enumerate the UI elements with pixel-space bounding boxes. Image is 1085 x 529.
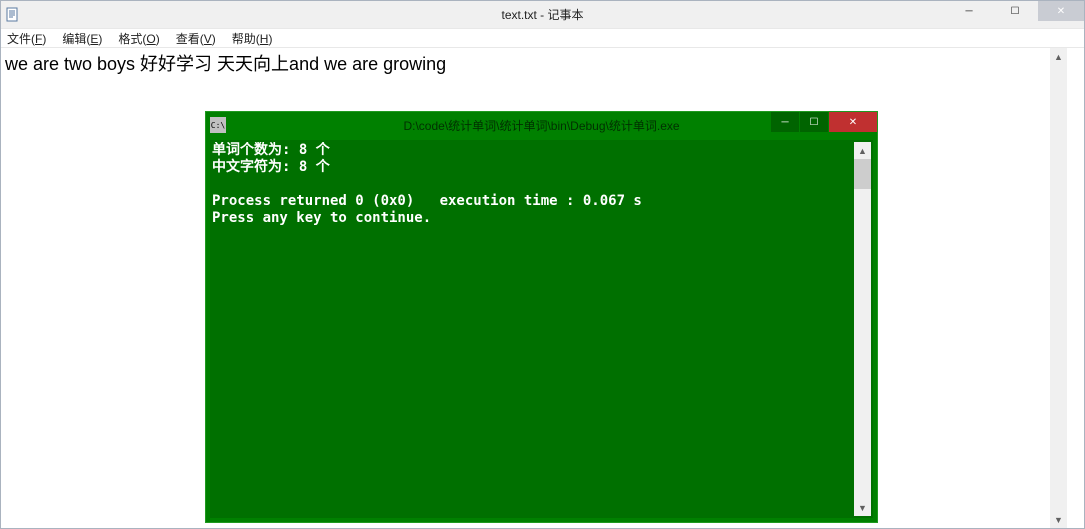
notepad-title: text.txt - 记事本 [501,6,583,23]
menu-format[interactable]: 格式(O) [118,30,159,47]
scroll-down-icon[interactable]: ▼ [1050,511,1067,528]
notepad-vertical-scrollbar[interactable]: ▲ ▼ [1050,48,1067,528]
notepad-menubar: 文件(F) 编辑(E) 格式(O) 查看(V) 帮助(H) [1,28,1084,48]
scroll-down-icon[interactable]: ▼ [854,499,871,516]
close-button[interactable]: ✕ [829,112,877,132]
console-window: C:\ D:\code\统计单词\统计单词\bin\Debug\统计单词.exe… [205,111,878,523]
scroll-up-icon[interactable]: ▲ [854,142,871,159]
console-body: 单词个数为: 8 个 中文字符为: 8 个 Process returned 0… [208,138,875,520]
notepad-titlebar[interactable]: text.txt - 记事本 ─ ☐ ✕ [1,1,1084,28]
notepad-content: we are two boys 好好学习 天天向上and we are grow… [5,54,446,74]
menu-edit[interactable]: 编辑(E) [62,30,102,47]
scroll-up-icon[interactable]: ▲ [1050,48,1067,65]
close-button[interactable]: ✕ [1038,1,1084,21]
console-titlebar[interactable]: C:\ D:\code\统计单词\统计单词\bin\Debug\统计单词.exe… [206,112,877,138]
console-vertical-scrollbar[interactable]: ▲ ▼ [854,142,871,516]
notepad-window-controls: ─ ☐ ✕ [946,1,1084,21]
menu-view[interactable]: 查看(V) [176,30,216,47]
maximize-button[interactable]: ☐ [800,112,828,132]
minimize-button[interactable]: ─ [946,1,992,21]
console-output: 单词个数为: 8 个 中文字符为: 8 个 Process returned 0… [212,142,856,516]
menu-file[interactable]: 文件(F) [7,30,46,47]
menu-help[interactable]: 帮助(H) [232,30,273,47]
minimize-button[interactable]: ─ [771,112,799,132]
console-title: D:\code\统计单词\统计单词\bin\Debug\统计单词.exe [403,117,679,134]
console-window-controls: ─ ☐ ✕ [770,112,877,132]
maximize-button[interactable]: ☐ [992,1,1038,21]
scrollbar-thumb[interactable] [854,159,871,189]
notepad-app-icon [5,7,21,23]
console-app-icon: C:\ [210,117,226,133]
